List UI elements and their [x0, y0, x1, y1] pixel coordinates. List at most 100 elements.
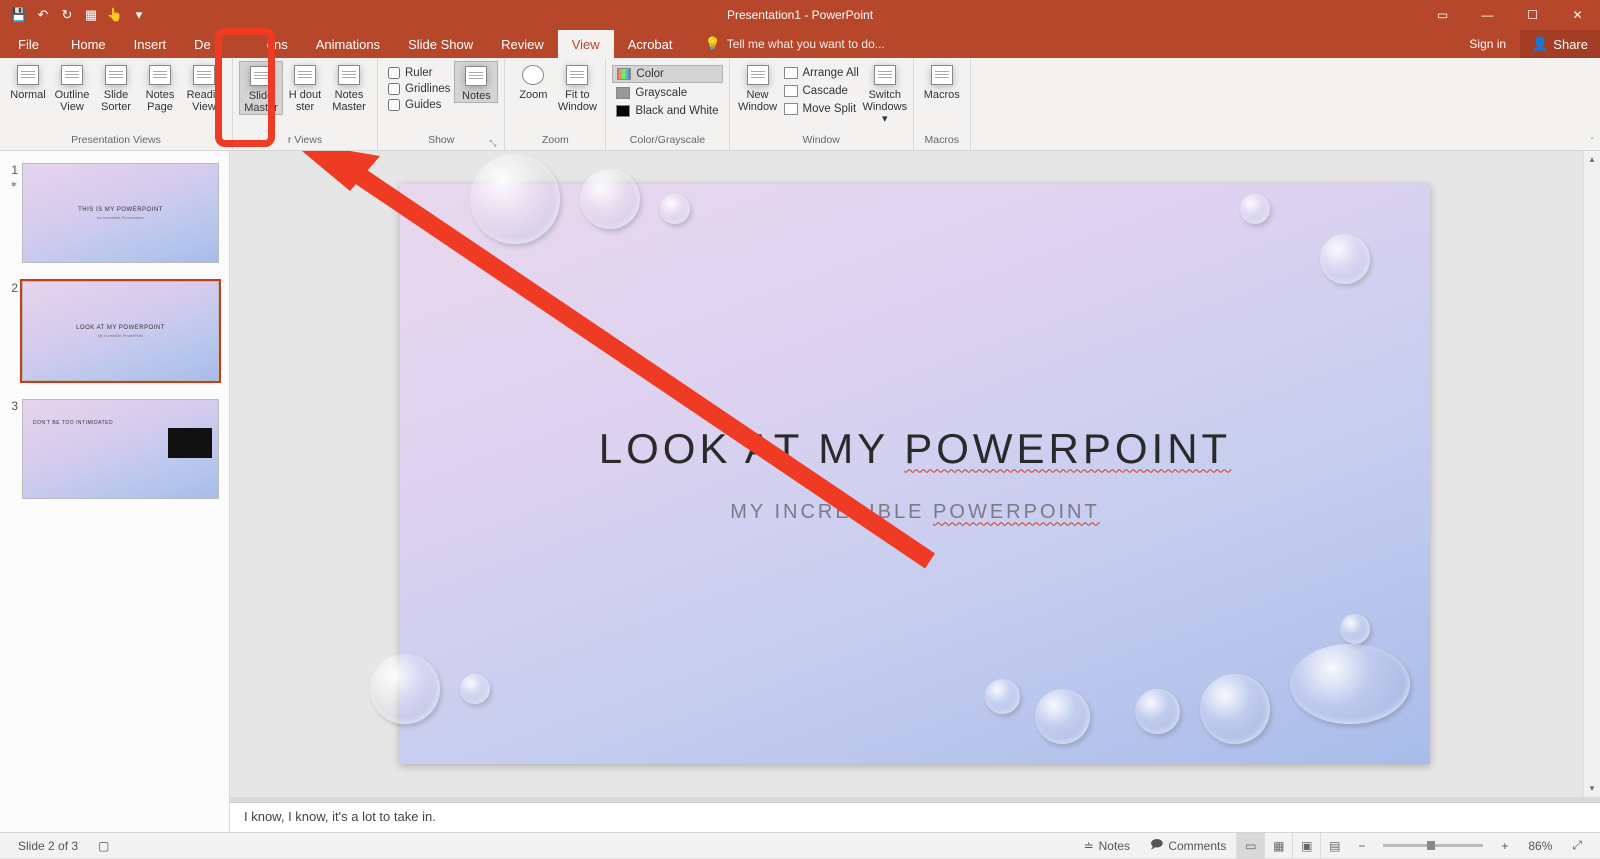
share-button[interactable]: 👤 Share	[1520, 30, 1600, 58]
bubble-decoration	[1135, 689, 1180, 734]
reading-view-button[interactable]: ReadinView	[182, 61, 226, 113]
guides-checkbox[interactable]: Guides	[388, 99, 450, 111]
zoom-slider[interactable]	[1383, 844, 1483, 847]
handout-master-button[interactable]: H dout ster	[283, 61, 327, 113]
bubble-decoration	[1340, 614, 1370, 644]
reading-view-status-icon[interactable]: ▣	[1292, 833, 1320, 859]
maximize-button[interactable]: ☐	[1510, 0, 1555, 30]
normal-view-button[interactable]: Normal	[6, 61, 50, 101]
slide-sorter-button[interactable]: SlideSorter	[94, 61, 138, 113]
tab-animations[interactable]: Animations	[302, 30, 394, 58]
slide-thumbnail-1[interactable]: THIS IS MY POWERPOINT An Incredible Pres…	[22, 163, 219, 263]
tab-review[interactable]: Review	[487, 30, 558, 58]
zoom-percent[interactable]: 86%	[1518, 839, 1562, 853]
zoom-in-button[interactable]: +	[1491, 839, 1518, 853]
slide-thumbnail-pane[interactable]: 1✶ THIS IS MY POWERPOINT An Incredible P…	[0, 151, 230, 832]
arrange-all-icon	[784, 67, 798, 79]
group-label-presentation-views: Presentation Views	[6, 134, 226, 150]
notes-pane[interactable]: I know, I know, it's a lot to take in.	[230, 802, 1600, 832]
bubble-decoration	[985, 679, 1020, 714]
ruler-checkbox[interactable]: Ruler	[388, 67, 450, 79]
fit-to-window-status-icon[interactable]: ⤢	[1562, 838, 1592, 853]
show-dialog-launcher-icon[interactable]: ⤡	[489, 138, 496, 149]
slide-thumbnail-2[interactable]: LOOK AT MY POWERPOINT My Incredible Powe…	[22, 281, 219, 381]
fit-to-window-label: Fit toWindow	[558, 89, 597, 113]
tell-me-search[interactable]: 💡 Tell me what you want to do...	[705, 30, 885, 58]
zoom-button[interactable]: Zoom	[511, 61, 555, 101]
zoom-slider-knob[interactable]	[1427, 841, 1435, 850]
arrange-all-button[interactable]: Arrange All	[780, 65, 863, 81]
notes-icon	[465, 66, 487, 86]
scroll-track[interactable]	[1584, 168, 1600, 780]
slide-subtitle-text[interactable]: MY INCREDIBLE POWERPOINT	[730, 501, 1099, 524]
share-icon: 👤	[1532, 36, 1548, 52]
notes-button[interactable]: Notes	[454, 61, 498, 103]
new-window-icon	[747, 65, 769, 85]
fit-to-window-button[interactable]: Fit toWindow	[555, 61, 599, 113]
grayscale-button[interactable]: Grayscale	[612, 85, 722, 101]
scroll-up-icon[interactable]: ▴	[1584, 151, 1600, 168]
bubble-decoration	[580, 169, 640, 229]
status-notes-button[interactable]: ≐ Notes	[1074, 839, 1140, 853]
zoom-out-button[interactable]: −	[1348, 839, 1375, 853]
notes-label: Notes	[462, 90, 491, 102]
status-comments-button[interactable]: 🗩 Comments	[1140, 835, 1236, 856]
black-and-white-button[interactable]: Black and White	[612, 103, 722, 119]
sign-in-link[interactable]: Sign in	[1455, 30, 1520, 58]
bubble-decoration	[460, 674, 490, 704]
qat-save-icon[interactable]: 💾	[8, 4, 30, 26]
tab-design[interactable]: De	[180, 30, 225, 58]
switch-windows-button[interactable]: SwitchWindows ▾	[863, 61, 907, 125]
scroll-down-icon[interactable]: ▾	[1584, 780, 1600, 797]
qat-undo-icon[interactable]: ↶	[32, 4, 54, 26]
slide-title-text[interactable]: LOOK AT MY POWERPOINT	[599, 425, 1231, 473]
zoom-icon	[522, 65, 544, 85]
slide-counter[interactable]: Slide 2 of 3	[8, 839, 88, 853]
notes-master-button[interactable]: NotesMaster	[327, 61, 371, 113]
color-icon	[617, 68, 631, 80]
slide-thumbnail-3[interactable]: DON'T BE TOO INTIMIDATED	[22, 399, 219, 499]
normal-view-status-icon[interactable]: ▭	[1236, 833, 1264, 859]
tab-view[interactable]: View	[558, 30, 614, 58]
collapse-ribbon-icon[interactable]: ˆ	[1591, 137, 1594, 148]
tab-file[interactable]: File	[0, 30, 57, 58]
slide-canvas-area[interactable]: LOOK AT MY POWERPOINT MY INCREDIBLE POWE…	[230, 151, 1600, 797]
handout-master-icon	[294, 65, 316, 85]
color-button[interactable]: Color	[612, 65, 722, 83]
new-window-button[interactable]: NewWindow	[736, 61, 780, 113]
qat-start-from-beginning-icon[interactable]: ▦	[80, 4, 102, 26]
lightbulb-icon: 💡	[705, 36, 721, 52]
bubble-decoration	[370, 654, 440, 724]
macros-button[interactable]: Macros	[920, 61, 964, 101]
notes-page-icon	[149, 65, 171, 85]
vertical-scrollbar[interactable]: ▴ ▾	[1583, 151, 1600, 797]
move-split-button[interactable]: Move Split	[780, 101, 863, 117]
qat-customize-dropdown-icon[interactable]: ▾	[128, 4, 150, 26]
switch-windows-icon	[874, 65, 896, 85]
tab-slide-show[interactable]: Slide Show	[394, 30, 487, 58]
cascade-icon	[784, 85, 798, 97]
notes-page-button[interactable]: NotesPage	[138, 61, 182, 113]
slideshow-status-icon[interactable]: ▤	[1320, 833, 1348, 859]
cascade-button[interactable]: Cascade	[780, 83, 863, 99]
current-slide[interactable]: LOOK AT MY POWERPOINT MY INCREDIBLE POWE…	[400, 184, 1430, 764]
ribbon-display-options-icon[interactable]: ▭	[1420, 0, 1465, 30]
slide-master-button[interactable]: SlideMaster	[239, 61, 283, 115]
qat-touch-mode-icon[interactable]: 👆	[104, 4, 126, 26]
status-bar: Slide 2 of 3 ▢ ≐ Notes 🗩 Comments ▭ ▦ ▣ …	[0, 832, 1600, 858]
tab-transitions[interactable]: ons	[253, 30, 302, 58]
tab-insert[interactable]: Insert	[120, 30, 181, 58]
slide-sorter-status-icon[interactable]: ▦	[1264, 833, 1292, 859]
handout-master-label: H dout ster	[289, 89, 321, 113]
spell-check-icon[interactable]: ▢	[88, 839, 119, 853]
minimize-button[interactable]: —	[1465, 0, 1510, 30]
close-button[interactable]: ✕	[1555, 0, 1600, 30]
qat-redo-icon[interactable]: ↻	[56, 4, 78, 26]
gridlines-checkbox[interactable]: Gridlines	[388, 83, 450, 95]
grayscale-icon	[616, 87, 630, 99]
workspace: 1✶ THIS IS MY POWERPOINT An Incredible P…	[0, 151, 1600, 832]
thumbnail-row-3: 3 DON'T BE TOO INTIMIDATED	[0, 395, 229, 513]
tab-home[interactable]: Home	[57, 30, 120, 58]
tab-acrobat[interactable]: Acrobat	[614, 30, 687, 58]
outline-view-button[interactable]: OutlineView	[50, 61, 94, 113]
